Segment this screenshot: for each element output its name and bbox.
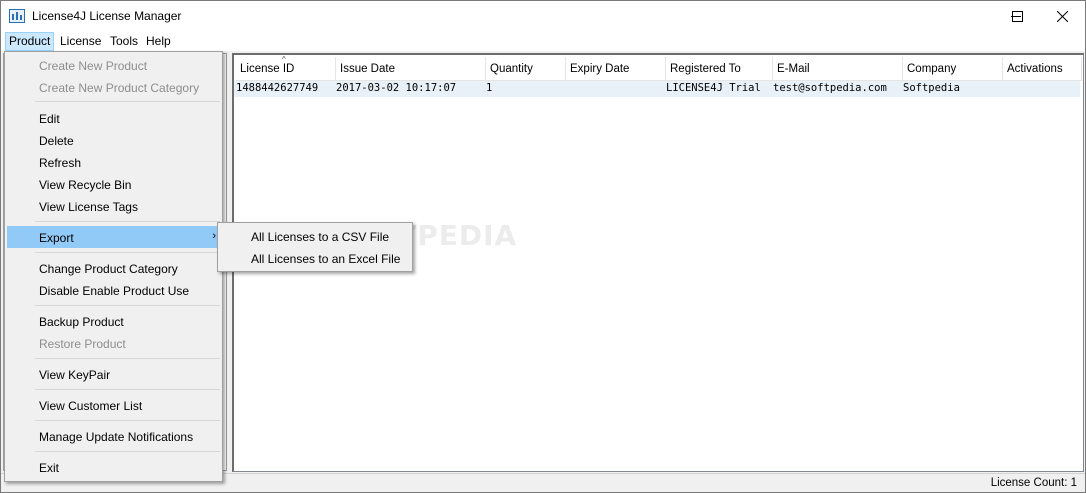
menu-bar: Product License Tools Help <box>1 31 1085 51</box>
menu-separator <box>35 101 220 102</box>
close-button[interactable] <box>1039 1 1085 31</box>
menu-separator <box>35 420 220 421</box>
menu-separator <box>35 358 220 359</box>
column-header-email[interactable]: E-Mail <box>773 57 903 81</box>
menu-item-view-recycle-bin[interactable]: View Recycle Bin <box>7 173 220 195</box>
menu-item-manage-update-notifications[interactable]: Manage Update Notifications <box>7 425 220 447</box>
column-header-issue-date[interactable]: Issue Date <box>336 57 486 81</box>
menu-item-create-new-product[interactable]: Create New Product <box>7 54 220 76</box>
submenu-arrow-icon: › <box>212 230 216 242</box>
menu-separator <box>35 221 220 222</box>
menu-item-export[interactable]: Export › <box>7 226 220 248</box>
product-menu-dropdown: Create New Product Create New Product Ca… <box>4 51 223 482</box>
menu-help[interactable]: Help <box>142 32 175 51</box>
table-row[interactable]: 1488442627749 2017-03-02 10:17:07 1 LICE… <box>234 81 1080 97</box>
menu-separator <box>35 389 220 390</box>
sort-ascending-icon: ^ <box>282 55 286 64</box>
close-icon <box>1056 10 1068 22</box>
menu-item-delete[interactable]: Delete <box>7 129 220 151</box>
title-bar: License4J License Manager <box>1 1 1085 31</box>
menu-item-disable-enable-product-use[interactable]: Disable Enable Product Use <box>7 279 220 301</box>
column-header-quantity[interactable]: Quantity <box>486 57 566 81</box>
menu-item-export-csv[interactable]: All Licenses to a CSV File <box>220 225 410 247</box>
menu-item-view-customer-list[interactable]: View Customer List <box>7 394 220 416</box>
menu-tools[interactable]: Tools <box>106 32 142 51</box>
menu-item-create-new-product-category[interactable]: Create New Product Category <box>7 76 220 98</box>
cell-email: test@softpedia.com <box>773 82 887 94</box>
menu-item-view-keypair[interactable]: View KeyPair <box>7 363 220 385</box>
menu-item-backup-product[interactable]: Backup Product <box>7 310 220 332</box>
cell-registered-to: LICENSE4J Trial <box>666 82 761 94</box>
menu-item-restore-product[interactable]: Restore Product <box>7 332 220 354</box>
table-header: License ID ^ Issue Date Quantity Expiry … <box>236 55 1082 81</box>
menu-product[interactable]: Product <box>5 32 55 51</box>
license-manager-app-icon <box>9 9 25 23</box>
menu-item-exit[interactable]: Exit <box>7 456 220 478</box>
cell-quantity: 1 <box>486 82 493 94</box>
menu-item-edit[interactable]: Edit <box>7 107 220 129</box>
menu-separator <box>35 305 220 306</box>
menu-item-refresh[interactable]: Refresh <box>7 151 220 173</box>
column-header-company[interactable]: Company <box>903 57 1003 81</box>
maximize-button[interactable] <box>994 1 1040 31</box>
menu-separator <box>35 451 220 452</box>
menu-item-view-license-tags[interactable]: View License Tags <box>7 195 220 217</box>
column-header-license-id[interactable]: License ID ^ <box>236 55 336 81</box>
cell-issue-date: 2017-03-02 10:17:07 <box>336 82 457 94</box>
menu-item-export-excel[interactable]: All Licenses to an Excel File <box>220 247 410 269</box>
column-header-activations[interactable]: Activations <box>1003 57 1082 81</box>
window-title: License4J License Manager <box>32 9 182 23</box>
license-count: License Count: 1 <box>990 477 1077 489</box>
maximize-icon <box>1011 10 1023 22</box>
cell-company: Softpedia <box>903 82 960 94</box>
export-submenu: All Licenses to a CSV File All Licenses … <box>217 222 413 272</box>
menu-item-change-product-category[interactable]: Change Product Category <box>7 257 220 279</box>
cell-license-id: 1488442627749 <box>236 82 319 94</box>
menu-separator <box>35 252 220 253</box>
column-header-expiry-date[interactable]: Expiry Date <box>566 57 666 81</box>
column-header-registered-to[interactable]: Registered To <box>666 57 773 81</box>
menu-license[interactable]: License <box>56 32 105 51</box>
